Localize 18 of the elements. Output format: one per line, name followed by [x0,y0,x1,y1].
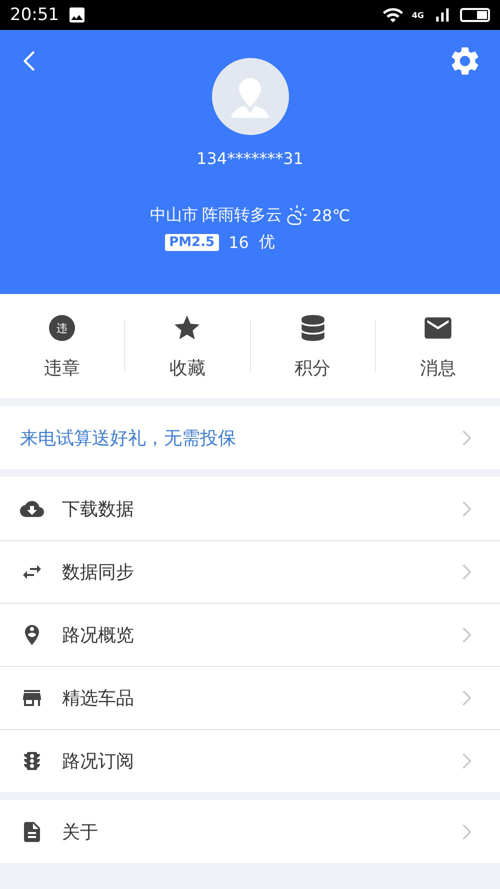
shortcut-button[interactable]: 消息 [376,294,500,398]
network-type: 4G [412,10,424,20]
city: 中山市 [150,204,198,226]
weather-condition: 阵雨转多云 [202,204,282,226]
shortcut-button[interactable]: 积分 [250,294,375,398]
pm-tag: PM2.5 [165,234,219,251]
shortcut-button[interactable]: 收藏 [125,294,250,398]
temperature: 28℃ [312,206,350,224]
weather-icon [286,204,308,226]
magnifier-icon: 违 [49,315,76,341]
battery-icon [460,8,490,22]
image-icon [67,5,87,25]
phone-number: 134*******31 [196,149,304,168]
database-icon [300,315,326,341]
shortcut-button[interactable]: 违 违章 [0,294,124,398]
air-quality: 优 [258,232,275,253]
pm-value: 16 [228,233,249,252]
clock: 20:51 [10,5,59,25]
